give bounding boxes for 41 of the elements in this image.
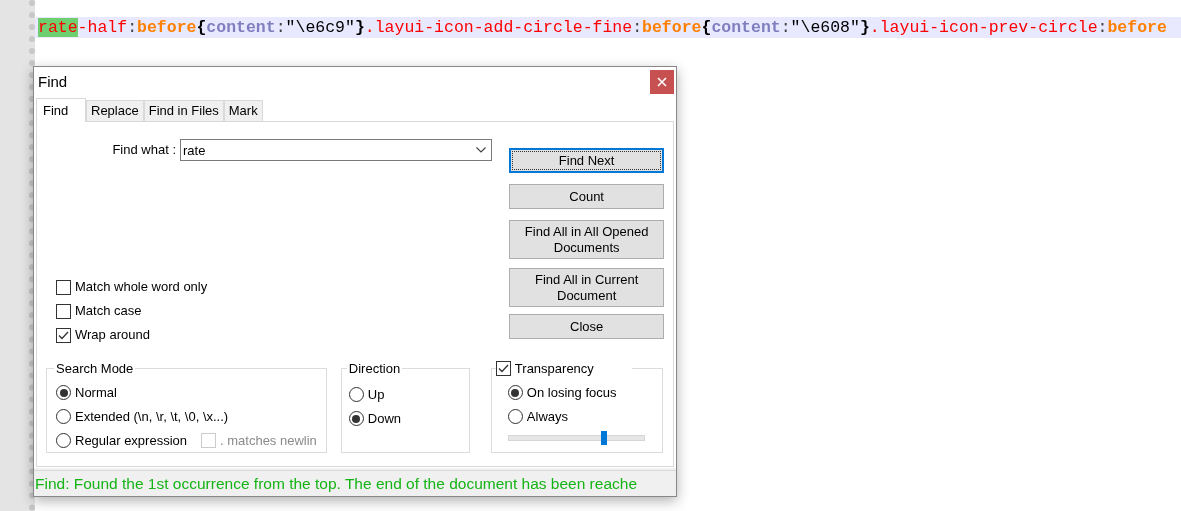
option-label: . matches newlin	[220, 431, 317, 450]
radio-button[interactable]	[348, 387, 364, 402]
dialog-button[interactable]: Find Next	[509, 148, 664, 173]
tab[interactable]: Replace	[86, 100, 144, 121]
dialog-button[interactable]: Find All in All Opened Documents	[509, 220, 664, 259]
option-label: Wrap around	[75, 326, 150, 345]
radio-button[interactable]	[348, 411, 364, 426]
find-what-combobox[interactable]: rate	[180, 139, 492, 161]
checkbox[interactable]	[56, 279, 71, 295]
checkbox[interactable]	[56, 327, 71, 343]
checkbox[interactable]	[495, 361, 511, 377]
close-button[interactable]	[650, 70, 674, 94]
radio-button[interactable]	[507, 385, 523, 400]
slider-thumb[interactable]	[600, 430, 607, 445]
dialog-button[interactable]: Close	[509, 314, 664, 339]
option-label: Extended (\n, \r, \t, \0, \x...)	[75, 407, 229, 426]
option-label: Match case	[75, 302, 142, 321]
group-label: Search Mode	[55, 360, 135, 378]
tab[interactable]: Mark	[223, 100, 263, 121]
window-title: Find	[38, 71, 68, 92]
radio-button[interactable]	[507, 409, 523, 424]
tab[interactable]: Find	[36, 98, 86, 122]
checkbox[interactable]	[56, 303, 71, 319]
group-label: Transparency	[514, 360, 594, 378]
radio-button[interactable]	[56, 433, 71, 448]
dialog-button[interactable]: Find All in Current Document	[509, 268, 664, 307]
group-label: Direction	[347, 360, 402, 378]
option-label: Down	[367, 409, 402, 428]
radio-button[interactable]	[56, 409, 71, 424]
option-label: Regular expression	[75, 431, 187, 450]
option-label: Normal	[75, 383, 117, 402]
close-icon	[657, 77, 667, 87]
option-label: Always	[526, 407, 569, 426]
radio-button[interactable]	[56, 385, 71, 400]
option-label: Up	[367, 385, 385, 404]
field-label: Find what :	[111, 141, 177, 160]
status-message: Find: Found the 1st occurrence from the top. The end of the document has been reache	[34, 473, 637, 494]
option-label: Match whole word only	[75, 278, 208, 297]
option-label: On losing focus	[526, 383, 617, 402]
tab[interactable]: Find in Files	[143, 100, 224, 121]
dialog-button[interactable]: Count	[509, 184, 664, 209]
